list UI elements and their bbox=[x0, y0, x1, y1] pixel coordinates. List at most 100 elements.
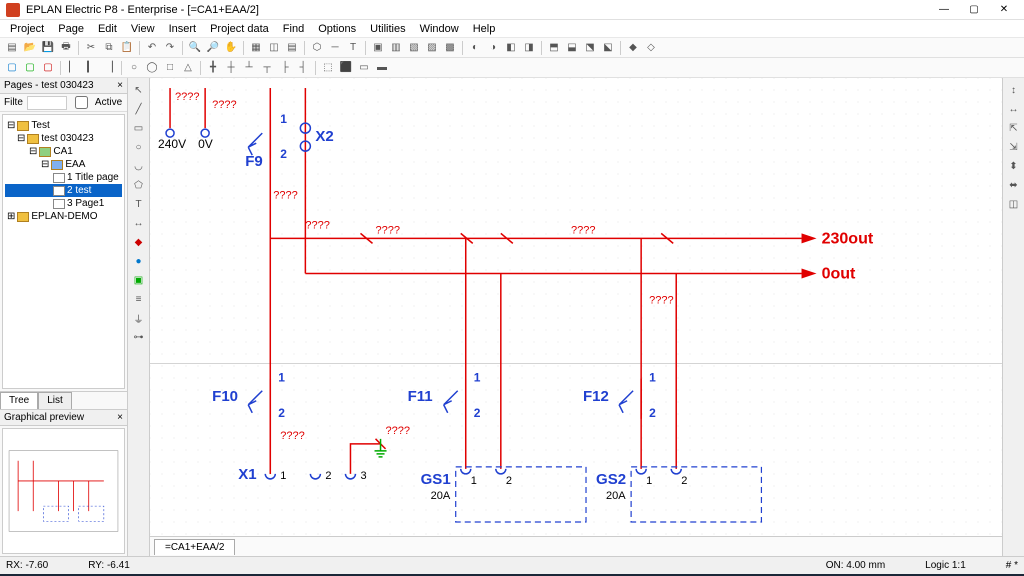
wire-icon[interactable]: ─ bbox=[327, 40, 343, 56]
tool-n-icon[interactable]: ◆ bbox=[625, 40, 641, 56]
conn-a-icon[interactable]: ╋ bbox=[205, 60, 221, 76]
tool-k-icon[interactable]: ⬓ bbox=[564, 40, 580, 56]
schematic-canvas[interactable]: 240V 0V ???? ???? 1 2 F9 bbox=[150, 78, 1002, 536]
tool-h-icon[interactable]: ◧ bbox=[503, 40, 519, 56]
undo-icon[interactable]: ↶ bbox=[144, 40, 160, 56]
rtool-b-icon[interactable]: ↔ bbox=[1006, 101, 1022, 117]
new-icon[interactable]: ▤ bbox=[4, 40, 20, 56]
conn-d-icon[interactable]: ┬ bbox=[259, 60, 275, 76]
tree-node-page2[interactable]: 2 test bbox=[67, 185, 91, 196]
tool-c-icon[interactable]: ▧ bbox=[406, 40, 422, 56]
shape-b-icon[interactable]: ◯ bbox=[144, 60, 160, 76]
mode-a-icon[interactable]: ▢ bbox=[4, 60, 20, 76]
tree-node-ca1[interactable]: CA1 bbox=[53, 146, 72, 157]
pan-icon[interactable]: ✋ bbox=[223, 40, 239, 56]
zoom-out-icon[interactable]: 🔎 bbox=[205, 40, 221, 56]
minimize-button[interactable]: ― bbox=[930, 1, 958, 19]
menu-insert[interactable]: Insert bbox=[163, 21, 203, 37]
align-c-icon[interactable]: ▎ bbox=[83, 60, 99, 76]
tree-node-demo[interactable]: EPLAN-DEMO bbox=[31, 211, 97, 222]
vtool-rect-icon[interactable]: ▭ bbox=[131, 120, 147, 136]
conn-c-icon[interactable]: ┴ bbox=[241, 60, 257, 76]
menu-project[interactable]: Project bbox=[4, 21, 50, 37]
vtool-net-icon[interactable]: ⊶ bbox=[131, 329, 147, 345]
menu-view[interactable]: View bbox=[125, 21, 161, 37]
tool-o-icon[interactable]: ◇ bbox=[643, 40, 659, 56]
menu-find[interactable]: Find bbox=[277, 21, 310, 37]
tree-node-page3[interactable]: 3 Page1 bbox=[67, 198, 104, 209]
layer-icon[interactable]: ▤ bbox=[284, 40, 300, 56]
misc-b-icon[interactable]: ⬛ bbox=[338, 60, 354, 76]
tool-a-icon[interactable]: ▣ bbox=[370, 40, 386, 56]
tool-e-icon[interactable]: ▩ bbox=[442, 40, 458, 56]
filter-input[interactable] bbox=[27, 96, 67, 110]
symbol-icon[interactable]: ⬡ bbox=[309, 40, 325, 56]
active-checkbox[interactable] bbox=[75, 96, 88, 109]
misc-c-icon[interactable]: ▭ bbox=[356, 60, 372, 76]
project-tree[interactable]: ⊟Test ⊟test 030423 ⊟CA1 ⊟EAA 1 Title pag… bbox=[2, 114, 125, 389]
rtool-g-icon[interactable]: ◫ bbox=[1006, 196, 1022, 212]
preview-close-icon[interactable]: × bbox=[117, 412, 123, 423]
zoom-in-icon[interactable]: 🔍 bbox=[187, 40, 203, 56]
align-l-icon[interactable]: ▏ bbox=[65, 60, 81, 76]
grid-icon[interactable]: ▦ bbox=[248, 40, 264, 56]
paste-icon[interactable]: 📋 bbox=[119, 40, 135, 56]
print-icon[interactable]: 🖶 bbox=[58, 40, 74, 56]
vtool-arc-icon[interactable]: ◡ bbox=[131, 158, 147, 174]
shape-a-icon[interactable]: ○ bbox=[126, 60, 142, 76]
vtool-select-icon[interactable]: ↖ bbox=[131, 82, 147, 98]
tool-f-icon[interactable]: ◐ bbox=[467, 40, 483, 56]
cut-icon[interactable]: ✂ bbox=[83, 40, 99, 56]
vtool-circle-icon[interactable]: ○ bbox=[131, 139, 147, 155]
shape-c-icon[interactable]: □ bbox=[162, 60, 178, 76]
tool-j-icon[interactable]: ⬒ bbox=[546, 40, 562, 56]
misc-d-icon[interactable]: ▬ bbox=[374, 60, 390, 76]
doc-tab-active[interactable]: =CA1+EAA/2 bbox=[154, 539, 235, 555]
tree-node-test030423[interactable]: test 030423 bbox=[41, 133, 93, 144]
vtool-term-icon[interactable]: ● bbox=[131, 253, 147, 269]
redo-icon[interactable]: ↷ bbox=[162, 40, 178, 56]
tool-b-icon[interactable]: ▥ bbox=[388, 40, 404, 56]
vtool-poly-icon[interactable]: ⬠ bbox=[131, 177, 147, 193]
misc-a-icon[interactable]: ⬚ bbox=[320, 60, 336, 76]
menu-edit[interactable]: Edit bbox=[92, 21, 123, 37]
mode-b-icon[interactable]: ▢ bbox=[22, 60, 38, 76]
rtool-a-icon[interactable]: ↕ bbox=[1006, 82, 1022, 98]
menu-help[interactable]: Help bbox=[467, 21, 502, 37]
rtool-e-icon[interactable]: ⬍ bbox=[1006, 158, 1022, 174]
menu-utilities[interactable]: Utilities bbox=[364, 21, 411, 37]
vtool-text-icon[interactable]: T bbox=[131, 196, 147, 212]
tree-node-titlepage[interactable]: 1 Title page bbox=[67, 172, 119, 183]
open-icon[interactable]: 📂 bbox=[22, 40, 38, 56]
pages-close-icon[interactable]: × bbox=[117, 80, 123, 91]
conn-e-icon[interactable]: ├ bbox=[277, 60, 293, 76]
menu-page[interactable]: Page bbox=[52, 21, 90, 37]
conn-b-icon[interactable]: ┼ bbox=[223, 60, 239, 76]
copy-icon[interactable]: ⧉ bbox=[101, 40, 117, 56]
text-icon[interactable]: T bbox=[345, 40, 361, 56]
vtool-sym-icon[interactable]: ◆ bbox=[131, 234, 147, 250]
rtool-d-icon[interactable]: ⇲ bbox=[1006, 139, 1022, 155]
tool-l-icon[interactable]: ⬔ bbox=[582, 40, 598, 56]
tree-node-eaa[interactable]: EAA bbox=[65, 159, 85, 170]
rtool-c-icon[interactable]: ⇱ bbox=[1006, 120, 1022, 136]
tool-d-icon[interactable]: ▨ bbox=[424, 40, 440, 56]
list-tab[interactable]: List bbox=[38, 392, 72, 409]
save-icon[interactable]: 💾 bbox=[40, 40, 56, 56]
close-button[interactable]: ✕ bbox=[990, 1, 1018, 19]
snap-icon[interactable]: ◫ bbox=[266, 40, 282, 56]
mode-c-icon[interactable]: ▢ bbox=[40, 60, 56, 76]
menu-window[interactable]: Window bbox=[414, 21, 465, 37]
menu-projectdata[interactable]: Project data bbox=[204, 21, 275, 37]
align-r-icon[interactable]: ▕ bbox=[101, 60, 117, 76]
vtool-dev-icon[interactable]: ▣ bbox=[131, 272, 147, 288]
maximize-button[interactable]: ▢ bbox=[960, 1, 988, 19]
vtool-cab-icon[interactable]: ≡ bbox=[131, 291, 147, 307]
shape-d-icon[interactable]: △ bbox=[180, 60, 196, 76]
tree-tab[interactable]: Tree bbox=[0, 392, 38, 409]
conn-f-icon[interactable]: ┤ bbox=[295, 60, 311, 76]
vtool-pot-icon[interactable]: ⏚ bbox=[131, 310, 147, 326]
tree-node-test[interactable]: Test bbox=[31, 120, 49, 131]
menu-options[interactable]: Options bbox=[312, 21, 362, 37]
tool-i-icon[interactable]: ◨ bbox=[521, 40, 537, 56]
